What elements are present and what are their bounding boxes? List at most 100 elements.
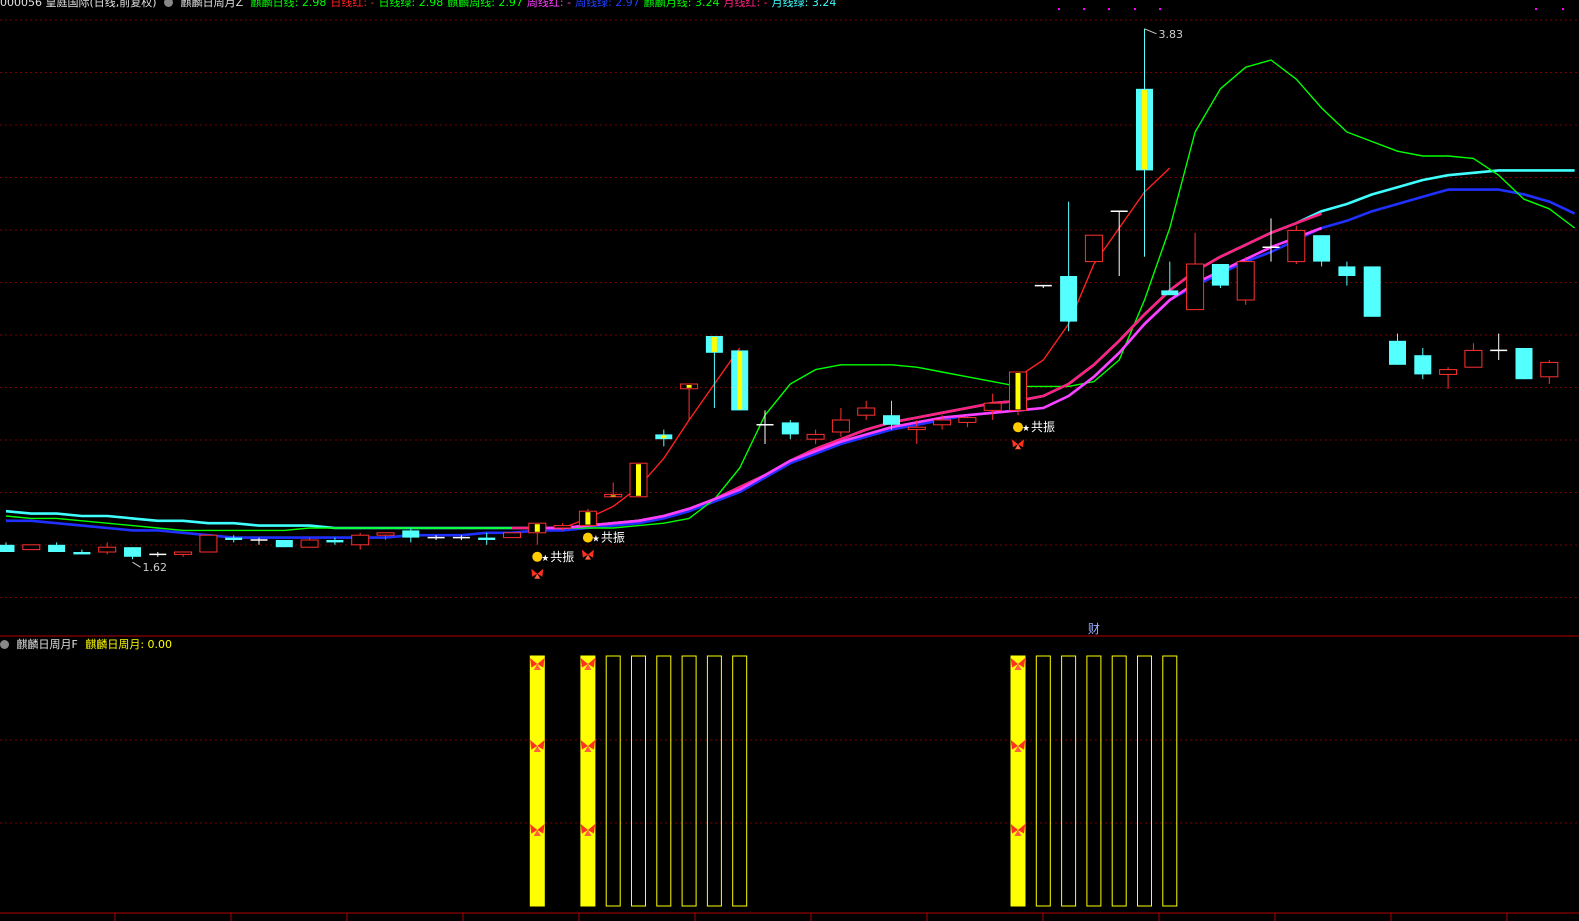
candle-body [1211,264,1229,286]
candle [199,534,218,553]
candle [275,540,293,548]
top-marker-dots [1058,8,1564,10]
candle-body [22,544,41,551]
candle-body [1338,266,1356,276]
candle [1084,234,1103,263]
candle-body [1389,340,1406,365]
candle-body [300,539,319,548]
signal-bar [631,655,646,907]
candle [528,522,547,545]
resonance-markers: ★ 共振★ 共振★ 共振 [531,420,1055,579]
resonance-label: 共振 [1031,420,1055,434]
candle-body [1414,355,1432,375]
signal-stripe [661,435,667,439]
resonance-marker: ★ 共振 [1012,420,1055,450]
candle-body [907,426,926,431]
time-axis-ticks [114,913,1508,921]
finance-marker: 财 [1088,622,1100,636]
marker-dot [1159,8,1161,10]
candle [1515,348,1533,380]
signal-bar [732,655,748,907]
low-price-label: 1.62 [143,561,168,574]
candle-body [806,433,825,440]
signal-stripe [610,495,616,497]
low-label-leader [132,561,141,568]
candle-body [48,544,66,552]
signal-bar [681,655,697,907]
candle [1161,261,1179,296]
star-icon: ★ [541,554,549,564]
line-麒麟周线 [6,188,1576,539]
candle [806,429,825,444]
candlesticks [0,28,1559,560]
candle [503,532,521,539]
marker-dot [1535,8,1537,10]
candle [781,420,799,440]
candle [857,400,876,420]
candle [1060,201,1078,332]
marker-dot [1108,8,1110,10]
butterfly-icon [581,549,594,560]
signal-bar [580,655,596,907]
candle-body [351,534,370,546]
candle [98,542,117,555]
candle-body [883,415,900,425]
candle-body [1540,361,1559,378]
candle-body [0,544,15,552]
line-日线红 [1017,167,1171,378]
candle [1034,284,1052,288]
candle-body [1464,349,1483,368]
candle-body [1236,261,1255,301]
candle [1464,343,1483,368]
resonance-marker: ★ 共振 [531,550,574,579]
marker-dot [1134,8,1136,10]
candle [1389,333,1406,365]
candle [1009,371,1027,416]
signal-bar [1061,655,1077,907]
signal-stripe [1015,373,1021,410]
candle-body [326,540,344,543]
candle [1211,264,1229,288]
chart-canvas[interactable]: 3.831.62★ 共振★ 共振★ 共振财 [0,0,1579,921]
candle-body [199,534,218,553]
candle [300,537,319,548]
candle-body [503,532,521,539]
candle [22,544,41,551]
signal-stripe [585,512,591,525]
signal-stripe [737,351,743,410]
candle [655,429,673,447]
candle-body [225,537,243,540]
candle [680,383,699,420]
indicator-lines [5,59,1576,539]
signal-bar [529,655,545,907]
signal-bar [1162,655,1178,907]
candle-body [933,419,952,426]
resonance-marker: ★ 共振 [581,531,625,560]
candle-body [1186,263,1205,311]
candle [578,508,597,527]
signal-bar [605,655,621,907]
candle [1490,333,1508,360]
butterfly-icon [1012,439,1024,450]
signal-bar [1137,655,1152,907]
candle [1186,232,1205,311]
candle [1439,367,1458,389]
resonance-label: 共振 [601,531,625,545]
high-label-leader [1144,28,1157,35]
signal-stripe [636,464,641,496]
star-icon: ★ [1022,424,1030,434]
candle-body [1515,348,1533,380]
sub-grid [0,739,1579,824]
star-icon: ★ [592,535,600,545]
candle [73,549,91,555]
high-label-group: 3.83 [1144,28,1183,41]
signal-stripe [711,337,717,352]
candle [1414,348,1432,380]
marker-dot [1058,8,1060,10]
low-label-group: 1.62 [132,561,168,574]
candle [1363,266,1381,317]
sub-bars [529,655,1178,907]
signal-bar [1086,655,1102,907]
signal-stripe [686,385,692,388]
candle-body [781,422,799,435]
